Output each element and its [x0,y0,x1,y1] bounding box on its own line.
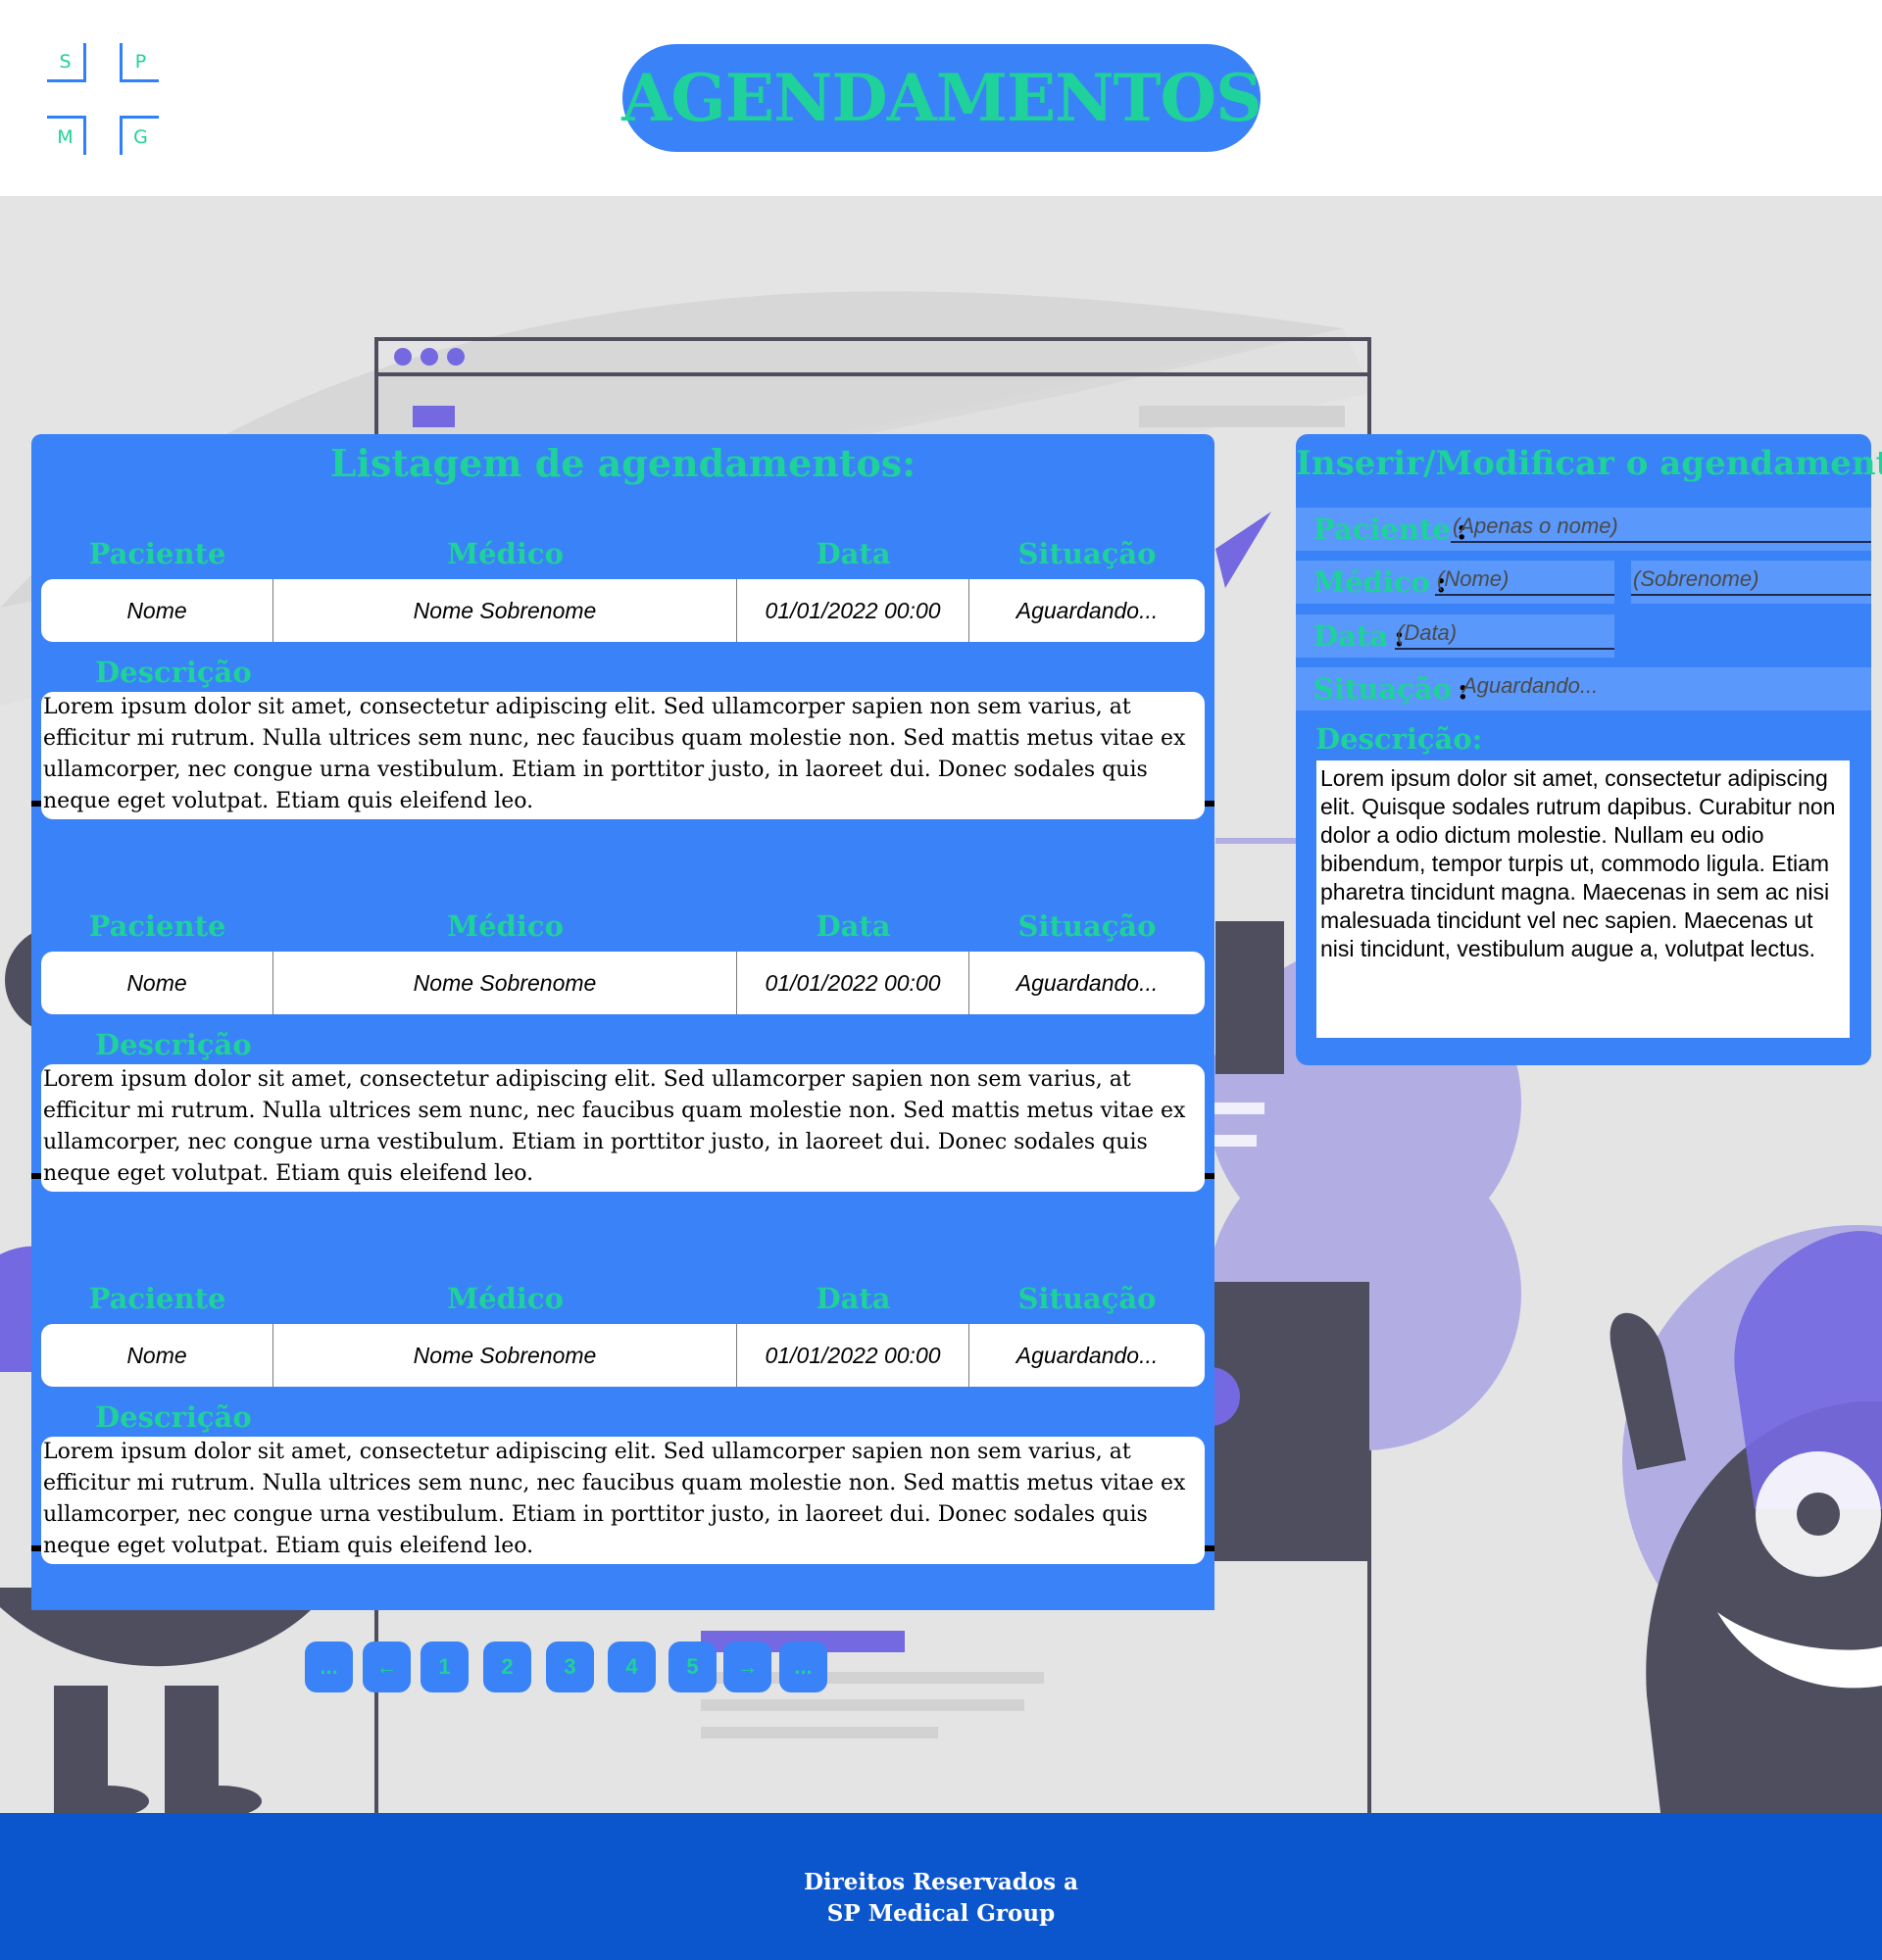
pagination-page-4[interactable]: 4 [608,1642,656,1692]
medico-sobrenome-input[interactable]: (Sobrenome) [1631,561,1871,596]
col-paciente-label: Paciente [88,909,226,943]
cell-paciente: Nome [41,952,273,1014]
appointments-list-panel: Listagem de agendamentos: Paciente Médic… [31,434,1214,1610]
cell-situacao: Aguardando... [1015,1342,1159,1368]
footer-company-name: SP Medical Group [826,1900,1056,1927]
pagination-page-1[interactable]: 1 [421,1642,469,1692]
record-header: Paciente Médico Data Situação [41,1282,1205,1315]
cell-data: 01/01/2022 00:00 [737,579,969,642]
pagination-page-2[interactable]: 2 [483,1642,531,1692]
col-data-label: Data [816,537,891,570]
medico-nome-input[interactable]: (Nome) [1435,561,1614,596]
description-label: Descrição [95,1028,252,1061]
medico-label: Médico: [1313,565,1447,599]
cell-paciente: Nome [41,579,273,642]
pagination-prev-button[interactable]: ← [363,1642,411,1692]
form-row-data: Data: (Data) [1296,614,1614,658]
col-situacao-label: Situação [1017,909,1157,943]
table-row[interactable]: Nome Nome Sobrenome 01/01/2022 00:00 Agu… [41,579,1205,642]
page-header: S P M G AGENDAMENTOS [0,0,1882,196]
cell-data: 01/01/2022 00:00 [737,952,969,1014]
form-description-label: Descrição: [1315,722,1483,756]
table-row[interactable]: Nome Nome Sobrenome 01/01/2022 00:00 Agu… [41,1324,1205,1387]
medico-label-text: Médico [1313,565,1430,599]
logo-letter-s: S [47,43,86,82]
page-footer: Direitos Reservados a SP Medical Group [0,1813,1882,1960]
logo-letter-g: G [120,116,159,155]
cell-medico: Nome Sobrenome [273,1324,737,1387]
appointment-record: Paciente Médico Data Situação Nome Nome … [31,807,1214,1192]
appointment-record: Paciente Médico Data Situação Nome Nome … [31,434,1214,819]
form-title: Inserir/Modificar o agendamento: [1296,444,1882,483]
appointment-record: Paciente Médico Data Situação Nome Nome … [31,1179,1214,1564]
paciente-input[interactable]: (Apenas o nome) [1451,508,1871,543]
record-header: Paciente Médico Data Situação [41,537,1205,570]
col-data-label: Data [816,909,891,943]
cell-paciente: Nome [41,1324,273,1387]
form-row-medico-sobrenome: (Sobrenome) [1631,561,1871,604]
pagination-page-5[interactable]: 5 [669,1642,717,1692]
form-description-textarea[interactable]: Lorem ipsum dolor sit amet, consectetur … [1316,760,1850,1038]
col-paciente-label: Paciente [88,537,226,570]
pagination-ellipsis-start[interactable]: ... [305,1642,353,1692]
col-medico-label: Médico [447,1282,564,1315]
data-input[interactable]: (Data) [1395,614,1614,650]
logo-letter-m: M [47,116,86,155]
logo-letter-p: P [120,43,159,82]
sp-medical-group-logo[interactable]: S P M G [47,43,159,155]
paciente-label: Paciente: [1313,513,1467,546]
cell-medico: Nome Sobrenome [273,579,737,642]
form-row-medico: Médico: (Nome) [1296,561,1614,604]
pagination-page-3[interactable]: 3 [546,1642,594,1692]
record-header: Paciente Médico Data Situação [41,909,1205,943]
data-label: Data: [1313,619,1405,653]
situacao-label-text: Situação [1313,672,1453,706]
form-row-situacao: Situação: Aguardando... [1296,667,1871,710]
pagination-next-button[interactable]: → [723,1642,771,1692]
col-data-label: Data [816,1282,891,1315]
situacao-field[interactable]: Aguardando... [1461,667,1871,703]
cell-situacao: Aguardando... [1015,969,1159,996]
description-label: Descrição [95,1400,252,1434]
pagination-ellipsis-end[interactable]: ... [779,1642,827,1692]
cell-situacao: Aguardando... [1015,597,1159,623]
description-text: Lorem ipsum dolor sit amet, consectetur … [41,1437,1205,1564]
appointment-form-panel: Inserir/Modificar o agendamento: Pacient… [1296,434,1882,1065]
footer-rights-text: Direitos Reservados a [803,1869,1079,1895]
paciente-label-text: Paciente [1313,513,1451,546]
col-situacao-label: Situação [1017,1282,1157,1315]
col-medico-label: Médico [447,537,564,570]
col-medico-label: Médico [447,909,564,943]
description-text: Lorem ipsum dolor sit amet, consectetur … [41,692,1205,819]
form-row-paciente: Paciente: (Apenas o nome) [1296,508,1871,551]
table-row[interactable]: Nome Nome Sobrenome 01/01/2022 00:00 Agu… [41,952,1205,1014]
page-title: AGENDAMENTOS [621,44,1263,152]
cell-data: 01/01/2022 00:00 [737,1324,969,1387]
data-label-text: Data [1313,619,1389,653]
description-text: Lorem ipsum dolor sit amet, consectetur … [41,1064,1205,1192]
col-situacao-label: Situação [1017,537,1157,570]
description-label: Descrição [95,656,252,689]
situacao-label: Situação: [1313,672,1468,706]
col-paciente-label: Paciente [88,1282,226,1315]
cell-medico: Nome Sobrenome [273,952,737,1014]
